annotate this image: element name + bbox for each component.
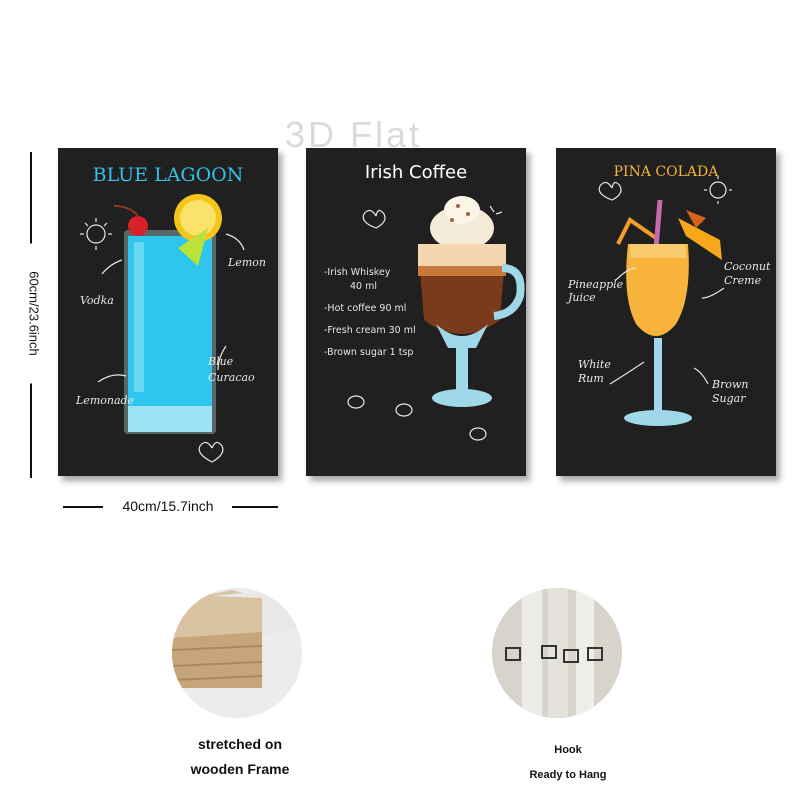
ingredient-3: -Fresh cream 30 ml [324,325,416,336]
ingredient-1-amount: 40 ml [350,281,378,292]
width-dimension-line-right [232,506,278,508]
poster-irish-coffee: Irish Coffee -Irish Whiskey 40 ml -Hot c… [306,148,526,476]
heart-doodle-icon [362,209,386,229]
height-dimension-label: 60cm/23.6inch [26,243,42,384]
label-coconut-creme: Coconut Creme [724,260,771,287]
pina-colada-illustration [598,176,732,426]
label-lemon: Lemon [228,256,266,269]
hook-caption-line1: Hook [554,744,582,756]
hook-caption: Hook Ready to Hang [488,738,648,788]
label-vodka: Vodka [80,294,114,307]
hanging-hook-closeup-icon [492,588,622,718]
width-dimension-line-left [63,506,103,508]
blue-lagoon-illustration [80,194,245,463]
irish-coffee-title: Irish Coffee [364,162,468,183]
ingredient-4: -Brown sugar 1 tsp [324,347,414,358]
wooden-frame-closeup-icon [172,588,302,718]
label-blue-curacao: Blue Curacao [208,355,255,384]
frame-caption: stretched on wooden Frame [160,732,320,782]
coffee-bean-icon [347,395,365,409]
hook-caption-line2: Ready to Hang [529,769,607,781]
heart-doodle-icon [598,181,622,201]
blue-lagoon-title: BLUE LAGOON [92,164,244,186]
frame-caption-line2: wooden Frame [190,761,290,777]
ingredient-1: -Irish Whiskey [324,267,391,278]
width-dimension-label: 40cm/15.7inch [122,498,214,514]
label-lemonade: Lemonade [76,394,135,407]
label-pineapple-juice: Pineapple Juice [568,278,624,304]
label-brown-sugar: Brown Sugar [712,378,749,405]
ingredient-2: -Hot coffee 90 ml [324,303,407,314]
sun-doodle-icon [704,176,732,204]
frame-caption-line1: stretched on [197,736,282,752]
pina-colada-title: PINA COLADA [613,164,719,180]
irish-coffee-ingredients: -Irish Whiskey 40 ml -Hot coffee 90 ml -… [324,268,416,370]
label-white-rum: White Rum [578,358,611,385]
sun-doodle-icon [80,218,112,250]
poster-blue-lagoon: BLUE LAGOON Lemon Vodka Blue Curacao Lem… [58,148,278,476]
poster-pina-colada: PINA COLADA Pineapple Juice Coconut Crem… [556,148,776,476]
